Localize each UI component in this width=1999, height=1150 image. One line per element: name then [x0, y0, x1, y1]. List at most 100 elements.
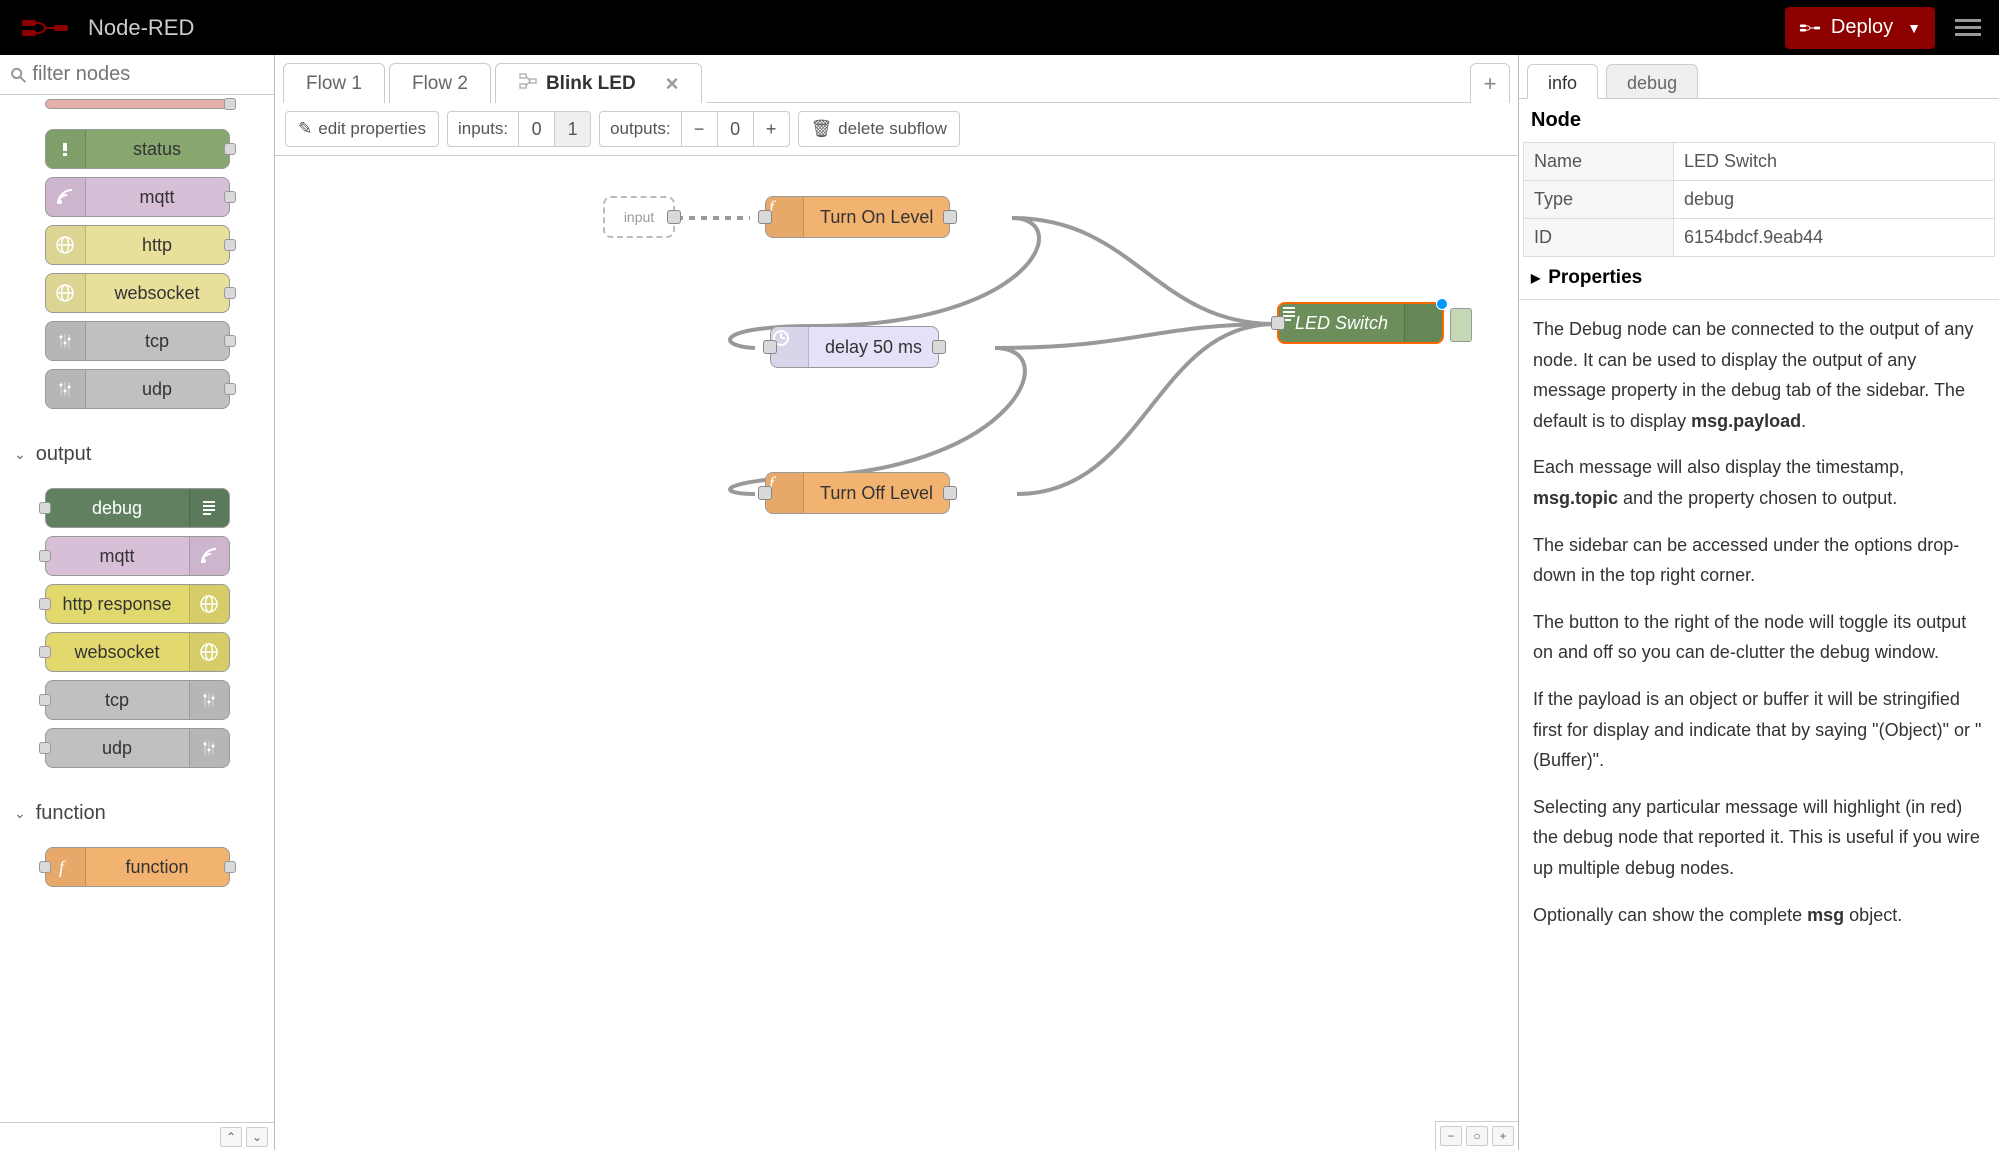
port-out[interactable] [224, 143, 236, 155]
port-out[interactable] [943, 210, 957, 224]
deploy-label: Deploy [1831, 16, 1893, 39]
inputs-0-button[interactable]: 0 [518, 112, 554, 146]
edit-properties-button[interactable]: ✎ edit properties [285, 111, 439, 147]
palette-node-debug[interactable]: debug [45, 488, 230, 528]
debug-icon [1404, 304, 1442, 342]
flow-node-turn-on-level[interactable]: fTurn On Level [765, 196, 950, 238]
palette-node-label: mqtt [86, 187, 229, 208]
palette-expand-all-button[interactable]: ⌄ [246, 1127, 268, 1147]
add-tab-button[interactable]: + [1470, 63, 1510, 103]
palette-node-tcp[interactable]: tcp [45, 680, 230, 720]
fx-icon: f [46, 848, 86, 886]
outputs-increment-button[interactable]: + [753, 112, 789, 146]
palette-node-tcp[interactable]: tcp [45, 321, 230, 361]
palette-filter-input[interactable] [32, 63, 264, 86]
flow-node-delay-50-ms[interactable]: delay 50 ms [770, 326, 939, 368]
node-description: The Debug node can be connected to the o… [1519, 300, 1999, 960]
workspace: Flow 1Flow 2Blink LED× + ✎ edit propertie… [275, 55, 1519, 1150]
palette-node-http-response[interactable]: http response [45, 584, 230, 624]
deploy-icon [1799, 19, 1821, 37]
port-in[interactable] [1271, 316, 1285, 330]
palette-collapse-all-button[interactable]: ⌃ [220, 1127, 242, 1147]
palette-node-label: status [86, 139, 229, 160]
palette-node-websocket[interactable]: websocket [45, 273, 230, 313]
palette-node-udp[interactable]: udp [45, 369, 230, 409]
sidebar-tab-info[interactable]: info [1527, 64, 1598, 99]
port-in[interactable] [39, 502, 51, 514]
zoom-reset-button[interactable]: ○ [1466, 1126, 1488, 1146]
delete-subflow-button[interactable]: 🗑 delete subflow [798, 111, 960, 147]
port-out[interactable] [224, 239, 236, 251]
outputs-decrement-button[interactable]: − [681, 112, 717, 146]
port-in[interactable] [39, 742, 51, 754]
port-out[interactable] [224, 383, 236, 395]
port-out[interactable] [943, 486, 957, 500]
port-out[interactable] [224, 191, 236, 203]
palette-node-http[interactable]: http [45, 225, 230, 265]
palette-filter [0, 55, 274, 95]
flow-node-turn-off-level[interactable]: fTurn Off Level [765, 472, 950, 514]
palette-node-mqtt[interactable]: mqtt [45, 177, 230, 217]
palette-node-label: http response [46, 594, 189, 615]
port-in[interactable] [39, 861, 51, 873]
globe-icon [189, 633, 229, 671]
palette-category-output[interactable]: ⌄output [8, 433, 266, 476]
palette-node-label: tcp [46, 690, 189, 711]
properties-toggle[interactable]: ▶ Properties [1519, 257, 1999, 300]
flow-node-led-switch[interactable]: LED Switch [1277, 302, 1444, 344]
node-info-table: NameLED SwitchTypedebugID6154bdcf.9eab44 [1523, 142, 1995, 257]
port-out[interactable] [224, 861, 236, 873]
net-icon [46, 370, 86, 408]
palette-node[interactable] [45, 99, 230, 109]
palette-node-label: debug [46, 498, 189, 519]
zoom-in-button[interactable]: + [1492, 1126, 1514, 1146]
palette-node-mqtt[interactable]: mqtt [45, 536, 230, 576]
palette-node-udp[interactable]: udp [45, 728, 230, 768]
palette-category-function[interactable]: ⌄function [8, 792, 266, 835]
subflow-input-port[interactable]: input [603, 196, 675, 238]
info-row-id: ID6154bdcf.9eab44 [1524, 219, 1995, 257]
info-section-title: Node [1519, 99, 1999, 142]
port-in[interactable] [39, 598, 51, 610]
port-in[interactable] [758, 486, 772, 500]
inputs-1-button[interactable]: 1 [554, 112, 590, 146]
svg-text:f: f [59, 857, 67, 877]
globe-icon [46, 274, 86, 312]
palette-node-status[interactable]: status [45, 129, 230, 169]
pencil-icon: ✎ [298, 119, 312, 139]
flow-node-label: Turn On Level [804, 207, 949, 228]
port-in[interactable] [39, 694, 51, 706]
info-key: ID [1524, 219, 1674, 257]
port-out[interactable] [224, 287, 236, 299]
palette-node-websocket[interactable]: websocket [45, 632, 230, 672]
port-in[interactable] [39, 550, 51, 562]
sidebar-tab-debug[interactable]: debug [1606, 64, 1698, 99]
tab-flow-2[interactable]: Flow 2 [389, 63, 491, 103]
palette-footer: ⌃ ⌄ [0, 1122, 274, 1150]
main-menu-button[interactable] [1947, 7, 1989, 49]
wires-layer [275, 156, 1515, 1056]
port-in[interactable] [763, 340, 777, 354]
port-in[interactable] [758, 210, 772, 224]
net-icon [189, 681, 229, 719]
search-icon [10, 66, 26, 84]
subflow-icon [518, 72, 538, 96]
flow-canvas[interactable]: input fTurn On Level delay 50 ms fTurn Off… [275, 156, 1518, 1150]
trash-icon: 🗑 [811, 119, 833, 139]
port-out[interactable] [932, 340, 946, 354]
port-out[interactable] [224, 335, 236, 347]
deploy-button[interactable]: Deploy ▼ [1785, 7, 1935, 49]
info-value: LED Switch [1674, 143, 1995, 181]
palette-node-label: websocket [86, 283, 229, 304]
logo-area: Node-RED [10, 15, 194, 41]
zoom-out-button[interactable]: − [1440, 1126, 1462, 1146]
canvas-zoom-controls: − ○ + [1435, 1121, 1518, 1150]
close-tab-button[interactable]: × [666, 71, 679, 97]
palette-node-function[interactable]: f function [45, 847, 230, 887]
palette-node-label: function [86, 857, 229, 878]
debug-toggle-button[interactable] [1450, 308, 1472, 342]
port-in[interactable] [39, 646, 51, 658]
port-out[interactable] [667, 210, 681, 224]
tab-blink-led[interactable]: Blink LED× [495, 63, 702, 103]
tab-flow-1[interactable]: Flow 1 [283, 63, 385, 103]
